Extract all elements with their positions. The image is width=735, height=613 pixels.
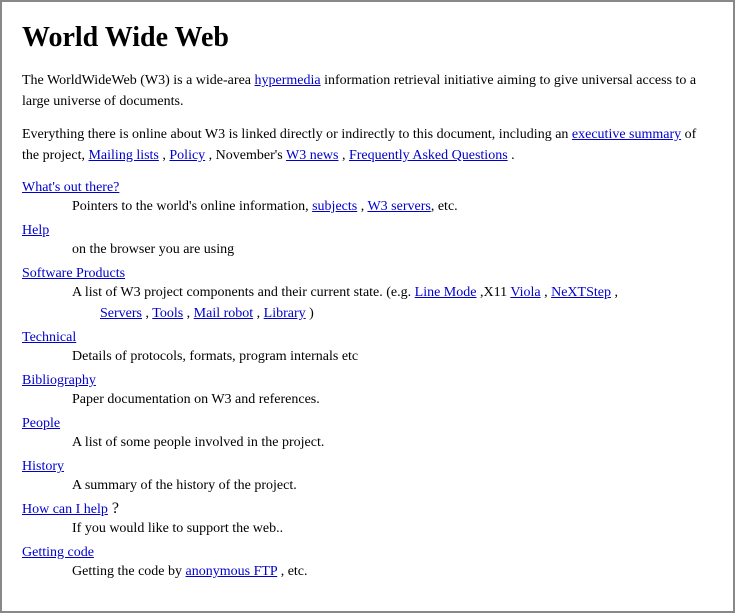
how-can-i-help-suffix: ? <box>108 500 119 517</box>
nextstep-link[interactable]: NeXTStep <box>551 285 611 300</box>
section-help: Help on the browser you are using <box>22 221 713 260</box>
hypermedia-link[interactable]: hypermedia <box>255 73 321 88</box>
intro-paragraph-1: The WorldWideWeb (W3) is a wide-area hyp… <box>22 70 713 112</box>
intro-text-1: The WorldWideWeb (W3) is a wide-area <box>22 73 255 88</box>
getting-code-link[interactable]: Getting code <box>22 545 94 560</box>
executive-summary-link[interactable]: executive summary <box>572 127 681 142</box>
bibliography-link[interactable]: Bibliography <box>22 373 96 388</box>
section-history: History A summary of the history of the … <box>22 457 713 496</box>
anonymous-ftp-link[interactable]: anonymous FTP <box>186 564 278 579</box>
intro-text-2f: . <box>508 148 515 163</box>
viola-link[interactable]: Viola <box>510 285 540 300</box>
intro-text-2a: Everything there is online about W3 is l… <box>22 127 572 142</box>
bibliography-desc: Paper documentation on W3 and references… <box>72 389 713 410</box>
section-getting-code: Getting code Getting the code by anonymo… <box>22 543 713 582</box>
servers-link[interactable]: Servers <box>100 306 142 321</box>
technical-desc: Details of protocols, formats, program i… <box>72 346 713 367</box>
how-can-i-help-desc: If you would like to support the web.. <box>72 518 713 539</box>
library-link[interactable]: Library <box>264 306 306 321</box>
policy-link[interactable]: Policy <box>169 148 205 163</box>
faq-link[interactable]: Frequently Asked Questions <box>349 148 508 163</box>
page-title: World Wide Web <box>22 22 713 54</box>
how-can-i-help-link[interactable]: How can I help <box>22 502 108 517</box>
whats-out-there-link[interactable]: What's out there? <box>22 180 119 195</box>
w3servers-link[interactable]: W3 servers <box>367 199 430 214</box>
tools-link[interactable]: Tools <box>152 306 183 321</box>
whats-out-there-desc: Pointers to the world's online informati… <box>72 196 713 217</box>
software-products-link[interactable]: Software Products <box>22 266 125 281</box>
help-desc: on the browser you are using <box>72 239 713 260</box>
history-link[interactable]: History <box>22 459 64 474</box>
section-whats-out-there: What's out there? Pointers to the world'… <box>22 178 713 217</box>
w3news-link[interactable]: W3 news <box>286 148 339 163</box>
history-desc: A summary of the history of the project. <box>72 475 713 496</box>
section-technical: Technical Details of protocols, formats,… <box>22 328 713 367</box>
intro-text-2d: , November's <box>205 148 286 163</box>
section-software-products: Software Products A list of W3 project c… <box>22 264 713 324</box>
help-link[interactable]: Help <box>22 223 49 238</box>
intro-text-2c: , <box>159 148 170 163</box>
subjects-link[interactable]: subjects <box>312 199 357 214</box>
section-bibliography: Bibliography Paper documentation on W3 a… <box>22 371 713 410</box>
software-products-desc: A list of W3 project components and thei… <box>72 282 713 324</box>
mailing-lists-link[interactable]: Mailing lists <box>88 148 158 163</box>
mail-robot-link[interactable]: Mail robot <box>194 306 254 321</box>
section-people: People A list of some people involved in… <box>22 414 713 453</box>
intro-paragraph-2: Everything there is online about W3 is l… <box>22 124 713 166</box>
getting-code-desc: Getting the code by anonymous FTP , etc. <box>72 561 713 582</box>
people-link[interactable]: People <box>22 416 60 431</box>
section-how-can-i-help: How can I help ? If you would like to su… <box>22 500 713 539</box>
line-mode-link[interactable]: Line Mode <box>415 285 477 300</box>
intro-text-2e: , <box>338 148 349 163</box>
section-list: What's out there? Pointers to the world'… <box>22 178 713 582</box>
technical-link[interactable]: Technical <box>22 330 76 345</box>
people-desc: A list of some people involved in the pr… <box>72 432 713 453</box>
main-window: World Wide Web The WorldWideWeb (W3) is … <box>0 0 735 613</box>
